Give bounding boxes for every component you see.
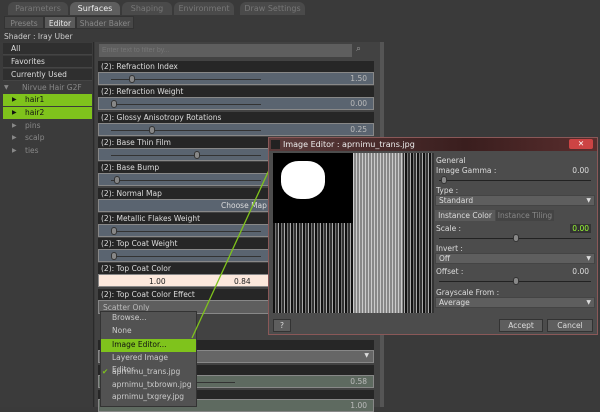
type-label: Type : bbox=[436, 186, 459, 195]
general-label: General bbox=[436, 156, 466, 165]
close-button[interactable]: ✕ bbox=[569, 139, 593, 149]
gamma-knob[interactable] bbox=[441, 176, 447, 184]
offset-value[interactable]: 0.00 bbox=[572, 267, 589, 276]
gamma-value[interactable]: 0.00 bbox=[572, 166, 589, 175]
scale-knob[interactable] bbox=[513, 234, 519, 242]
scale-value[interactable]: 0.00 bbox=[570, 224, 591, 233]
invert-label: Invert : bbox=[436, 244, 463, 253]
help-button[interactable]: ? bbox=[273, 319, 291, 332]
offset-knob[interactable] bbox=[513, 277, 519, 285]
app-icon bbox=[271, 140, 280, 149]
dialog-title: Image Editor : aprnimu_trans.jpg bbox=[269, 138, 597, 151]
image-preview bbox=[273, 153, 434, 313]
image-editor-dialog: Image Editor : aprnimu_trans.jpg ✕ Gener… bbox=[268, 137, 598, 335]
tab-instance-tiling[interactable]: Instance Tiling bbox=[496, 210, 554, 221]
invert-dropdown[interactable]: Off bbox=[435, 253, 595, 264]
gamma-label: Image Gamma : bbox=[436, 166, 497, 175]
gamma-slider[interactable] bbox=[439, 180, 591, 181]
cancel-button[interactable]: Cancel bbox=[547, 319, 593, 332]
grayscale-label: Grayscale From : bbox=[436, 288, 500, 297]
grayscale-dropdown[interactable]: Average bbox=[435, 297, 595, 308]
accept-button[interactable]: Accept bbox=[499, 319, 543, 332]
type-dropdown[interactable]: Standard bbox=[435, 195, 595, 206]
offset-label: Offset : bbox=[436, 267, 464, 276]
tab-instance-color[interactable]: Instance Color bbox=[435, 210, 495, 221]
scale-label: Scale : bbox=[436, 224, 462, 233]
